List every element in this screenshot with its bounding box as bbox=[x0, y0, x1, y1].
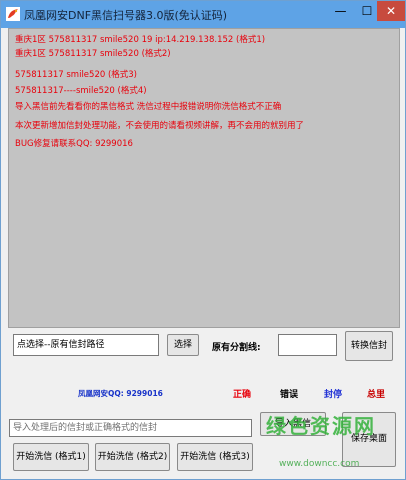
stat-error-label: 错误 bbox=[280, 390, 299, 400]
watermark-text: 绿色资源网 bbox=[266, 414, 376, 438]
qq-contact-label: 凤凰网安QQ: 9299016 bbox=[78, 389, 163, 398]
wash-format2-button[interactable]: 开始洗信 (格式2) bbox=[95, 443, 170, 471]
log-line: 575811317 smile520 (格式3) bbox=[15, 70, 138, 80]
path-input[interactable]: 点选择--原有信封路径 bbox=[13, 334, 159, 356]
app-window: 凤凰网安DNF黑信扫号器3.0版(免认证码) — ☐ ✕ 重庆1区 575811… bbox=[0, 0, 406, 480]
separator-input[interactable] bbox=[278, 334, 337, 356]
minimize-button[interactable]: — bbox=[327, 1, 354, 21]
phoenix-app-icon bbox=[6, 7, 20, 21]
convert-envelope-button[interactable]: 转换信封 bbox=[345, 331, 393, 361]
wash-format1-button[interactable]: 开始洗信 (格式1) bbox=[13, 443, 89, 471]
stat-total-label: 总里 bbox=[367, 390, 386, 400]
import-envelope-input[interactable]: 导入处理后的信封或正确格式的信封 bbox=[9, 419, 252, 437]
close-button[interactable]: ✕ bbox=[377, 1, 405, 21]
window-title: 凤凰网安DNF黑信扫号器3.0版(免认证码) bbox=[24, 9, 228, 22]
log-line: 重庆1区 575811317 smile520 (格式2) bbox=[15, 49, 171, 59]
separator-label: 原有分割线: bbox=[212, 343, 261, 353]
title-bar[interactable]: 凤凰网安DNF黑信扫号器3.0版(免认证码) — ☐ ✕ bbox=[1, 1, 405, 28]
stat-banned-label: 封停 bbox=[324, 390, 343, 400]
log-line: 575811317----smile520 (格式4) bbox=[15, 86, 147, 96]
stat-correct-label: 正确 bbox=[233, 390, 252, 400]
log-panel[interactable]: 重庆1区 575811317 smile520 19 ip:14.219.138… bbox=[8, 28, 400, 328]
watermark-url: www.downcc.com bbox=[279, 459, 360, 469]
log-line: BUG修复请联系QQ: 9299016 bbox=[15, 139, 133, 149]
log-line: 导入黑信前先看看你的黑信格式 洗信过程中报错说明你洗信格式不正确 bbox=[15, 102, 282, 112]
select-button[interactable]: 选择 bbox=[167, 334, 199, 356]
log-line: 重庆1区 575811317 smile520 19 ip:14.219.138… bbox=[15, 35, 266, 45]
log-line: 本次更新增加信封处理功能，不会使用的请看视频讲解，再不会用的就别用了 bbox=[15, 121, 305, 131]
wash-format3-button[interactable]: 开始洗信 (格式3) bbox=[177, 443, 253, 471]
